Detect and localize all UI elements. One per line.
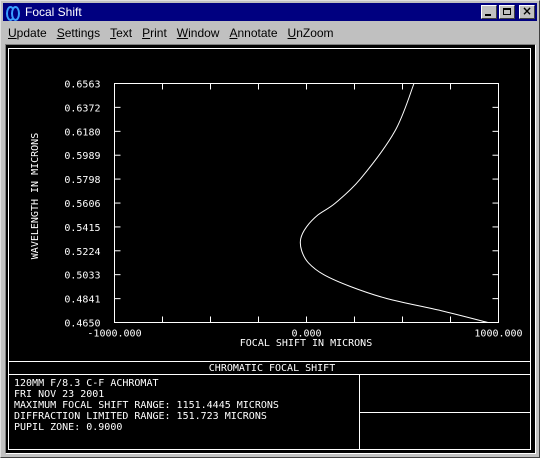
- minimize-icon: [485, 14, 491, 16]
- focal-shift-chart: 0.46500.48410.50330.52240.54150.56060.57…: [8, 48, 531, 450]
- y-axis-label: WAVELENGTH IN MICRONS: [30, 133, 41, 259]
- menu-annotate[interactable]: Annotate: [224, 26, 282, 40]
- info-line-max-range: MAXIMUM FOCAL SHIFT RANGE: 1151.4445 MIC…: [14, 400, 279, 411]
- y-tick-label: 0.5989: [64, 151, 100, 162]
- menu-update[interactable]: Update: [3, 26, 52, 40]
- info-line-diffraction: DIFFRACTION LIMITED RANGE: 151.723 MICRO…: [14, 411, 267, 422]
- focal-shift-window: Focal Shift × Update Settings Text Print…: [0, 0, 540, 458]
- y-tick-label: 0.5033: [64, 271, 100, 282]
- y-tick-label: 0.5415: [64, 223, 100, 234]
- close-button[interactable]: ×: [519, 4, 535, 19]
- info-line-date: FRI NOV 23 2001: [14, 389, 104, 400]
- y-tick-label: 0.4841: [64, 295, 100, 306]
- maximize-button[interactable]: [499, 5, 515, 19]
- menu-print[interactable]: Print: [137, 26, 172, 40]
- info-line-lens: 120MM F/8.3 C-F ACHROMAT: [14, 378, 159, 389]
- y-tick-label: 0.6180: [64, 127, 100, 138]
- y-tick-label: 0.5224: [64, 247, 100, 258]
- plot-canvas[interactable]: 0.4650 0.4841 0.5033 0.5224 0.5415 0.5606 0.57…: [5, 44, 536, 454]
- chart-title: CHROMATIC FOCAL SHIFT: [209, 363, 335, 374]
- window-title: Focal Shift: [25, 5, 82, 19]
- menu-text[interactable]: Text: [105, 26, 137, 40]
- menu-bar: Update Settings Text Print Window Annota…: [3, 23, 537, 42]
- menu-window[interactable]: Window: [172, 26, 225, 40]
- minimize-button[interactable]: [481, 5, 497, 19]
- y-tick-label: 0.6563: [64, 80, 100, 91]
- focal-shift-curve: [299, 83, 489, 323]
- x-axis-label: FOCAL SHIFT IN MICRONS: [240, 338, 372, 349]
- app-lens-icon[interactable]: [6, 5, 20, 21]
- info-line-pupil: PUPIL ZONE: 0.9000: [14, 422, 122, 433]
- menu-unzoom[interactable]: UnZoom: [283, 26, 339, 40]
- x-tick-label: -1000.000: [87, 329, 141, 340]
- y-tick-label: 0.5606: [64, 199, 100, 210]
- y-tick-label: 0.6372: [64, 103, 100, 114]
- x-tick-label: 1000.000: [474, 329, 522, 340]
- y-tick-label: 0.5798: [64, 175, 100, 186]
- maximize-icon: [503, 8, 511, 15]
- close-icon: ×: [521, 4, 533, 18]
- menu-settings[interactable]: Settings: [52, 26, 105, 40]
- title-bar[interactable]: Focal Shift ×: [3, 3, 537, 21]
